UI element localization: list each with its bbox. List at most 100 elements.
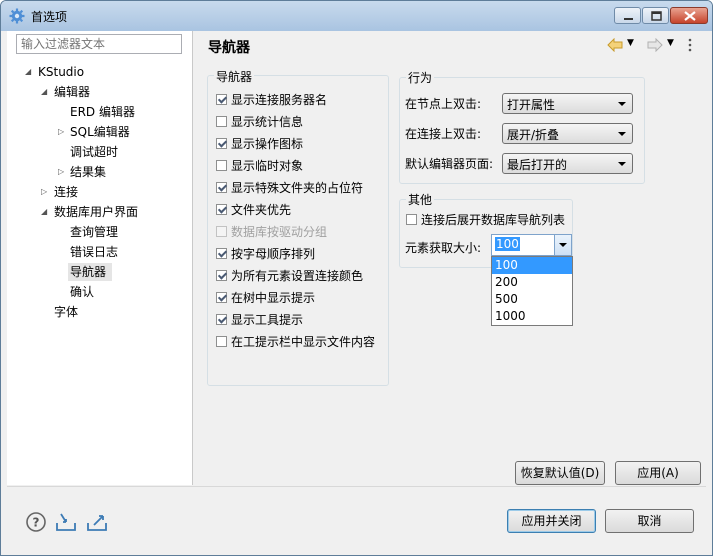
filter-input[interactable] — [16, 34, 182, 54]
tree-item-resultset[interactable]: ▷ 结果集 — [58, 163, 158, 181]
tree-item-kstudio[interactable]: ◢ KStudio — [25, 63, 165, 81]
navigator-option-checkbox[interactable]: 在工提示栏中显示文件内容 — [216, 333, 384, 351]
checkbox-label: 显示特殊文件夹的占位符 — [231, 181, 364, 195]
navigator-option-checkbox[interactable]: 按字母顺序排列 — [216, 245, 384, 263]
expanded-arrow-icon: ◢ — [41, 87, 48, 96]
default-editor-page-select[interactable]: 最后打开的 — [502, 153, 633, 174]
restore-defaults-button[interactable]: 恢复默认值(D) — [515, 461, 605, 485]
navigator-option-checkbox: 数据库按驱动分组 — [216, 223, 384, 241]
divider — [7, 486, 706, 487]
navigator-option-checkbox[interactable]: 为所有元素设置连接颜色 — [216, 267, 384, 285]
checkbox-box — [216, 160, 227, 171]
checkbox-label: 按字母顺序排列 — [231, 247, 316, 261]
minimize-button[interactable] — [614, 7, 641, 24]
tree-item-navigator[interactable]: 导航器 — [68, 263, 112, 281]
settings-pane: 导航器 ▼ ▼ 导航器 显示连接服务器名显示统计信息显示操作图标显示临时对象显示… — [194, 31, 706, 485]
checkbox-box — [216, 336, 227, 347]
title-bar: 首选项 — [1, 1, 712, 31]
forward-icon[interactable] — [646, 38, 664, 52]
fetch-size-option[interactable]: 200 — [492, 274, 572, 291]
tree-item-label: 错误日志 — [70, 245, 119, 259]
maximize-icon — [651, 11, 662, 21]
checkbox-label: 连接后展开数据库导航列表 — [421, 213, 566, 227]
tree-item-confirm[interactable]: 确认 — [70, 283, 170, 301]
expanded-arrow-icon: ◢ — [25, 67, 32, 76]
navigator-option-checkbox[interactable]: 显示统计信息 — [216, 113, 384, 131]
import-icon[interactable] — [55, 511, 77, 533]
chevron-down-icon — [618, 162, 626, 166]
expand-after-connect-checkbox[interactable]: 连接后展开数据库导航列表 — [406, 211, 576, 229]
fetch-size-dropdown-button[interactable] — [554, 235, 571, 255]
checkbox-label: 数据库按驱动分组 — [231, 225, 328, 239]
tree-item-query-manager[interactable]: 查询管理 — [70, 223, 170, 241]
tree-item-error-log[interactable]: 错误日志 — [70, 243, 170, 261]
checkbox-box — [216, 314, 227, 325]
fetch-size-dropdown-list: 100 200 500 1000 — [491, 256, 573, 326]
navigator-group-title: 导航器 — [214, 68, 255, 85]
navigator-option-checkbox[interactable]: 显示操作图标 — [216, 135, 384, 153]
navigator-option-checkbox[interactable]: 显示临时对象 — [216, 157, 384, 175]
gear-icon — [9, 8, 25, 24]
chevron-down-icon — [559, 243, 567, 247]
tree-item-fonts[interactable]: 字体 — [54, 303, 154, 321]
select-value: 最后打开的 — [507, 158, 568, 172]
menu-icon[interactable] — [687, 37, 693, 53]
checkbox-label: 显示工具提示 — [231, 313, 304, 327]
window-title: 首选项 — [31, 10, 68, 24]
back-icon[interactable] — [606, 38, 624, 52]
navigator-option-checkbox[interactable]: 显示工具提示 — [216, 311, 384, 329]
tree-item-connections[interactable]: ▷ 连接 — [41, 183, 141, 201]
navigator-option-checkbox[interactable]: 文件夹优先 — [216, 201, 384, 219]
page-title: 导航器 — [208, 40, 250, 56]
collapsed-arrow-icon: ▷ — [41, 187, 48, 196]
tree-item-label: SQL编辑器 — [70, 125, 130, 139]
cancel-button[interactable]: 取消 — [605, 509, 694, 533]
close-button[interactable] — [670, 7, 708, 24]
navigator-option-checkbox[interactable]: 在树中显示提示 — [216, 289, 384, 307]
preferences-window: 首选项 ◢ KStudio ◢ 编辑器 ERD 编辑器 ▷ SQL编辑器 调试超时 ▷… — [0, 0, 713, 556]
checkbox-box — [216, 182, 227, 193]
tree-item-editors[interactable]: ◢ 编辑器 — [41, 83, 181, 101]
apply-button[interactable]: 应用(A) — [615, 461, 701, 485]
tree-item-label: 连接 — [54, 185, 79, 199]
checkbox-label: 显示操作图标 — [231, 137, 304, 151]
fetch-size-option[interactable]: 500 — [492, 291, 572, 308]
navigator-option-checkbox[interactable]: 显示连接服务器名 — [216, 91, 384, 109]
tree-item-label: 数据库用户界面 — [54, 205, 139, 219]
checkbox-box — [216, 94, 227, 105]
connection-double-click-select[interactable]: 展开/折叠 — [502, 123, 633, 144]
checkbox-box — [216, 226, 227, 237]
checkbox-label: 显示连接服务器名 — [231, 93, 328, 107]
node-double-click-label: 在节点上双击: — [405, 97, 482, 111]
close-icon — [684, 11, 696, 21]
collapsed-arrow-icon: ▷ — [58, 167, 65, 176]
checkbox-label: 文件夹优先 — [231, 203, 292, 217]
chevron-down-icon — [618, 132, 626, 136]
tree-item-debug-timeout[interactable]: 调试超时 — [70, 143, 170, 161]
other-group-title: 其他 — [406, 191, 435, 208]
fetch-size-value[interactable]: 100 — [495, 237, 520, 251]
node-double-click-select[interactable]: 打开属性 — [502, 93, 633, 114]
export-icon[interactable] — [86, 511, 108, 533]
checkbox-box — [406, 214, 417, 225]
checkbox-label: 在树中显示提示 — [231, 291, 316, 305]
maximize-button[interactable] — [642, 7, 669, 24]
checkbox-box — [216, 138, 227, 149]
tree-item-label: 字体 — [54, 305, 79, 319]
fetch-size-option[interactable]: 100 — [492, 257, 572, 274]
forward-dropdown-icon[interactable]: ▼ — [667, 38, 674, 48]
tree-item-db-ui[interactable]: ◢ 数据库用户界面 — [41, 203, 181, 221]
back-dropdown-icon[interactable]: ▼ — [627, 38, 634, 48]
tree-item-erd-editor[interactable]: ERD 编辑器 — [70, 103, 170, 121]
tree-item-label: ERD 编辑器 — [70, 105, 135, 119]
svg-text:?: ? — [33, 516, 40, 530]
navigator-option-checkbox[interactable]: 显示特殊文件夹的占位符 — [216, 179, 384, 197]
fetch-size-option[interactable]: 1000 — [492, 308, 572, 325]
tree-item-sql-editor[interactable]: ▷ SQL编辑器 — [58, 123, 178, 141]
help-icon[interactable]: ? — [25, 511, 47, 533]
apply-and-close-button[interactable]: 应用并关闭 — [507, 509, 596, 533]
default-editor-page-label: 默认编辑器页面: — [405, 157, 494, 171]
fetch-size-combo[interactable]: 100 — [491, 234, 572, 256]
tree-item-label: 结果集 — [70, 165, 107, 179]
chevron-down-icon — [618, 102, 626, 106]
